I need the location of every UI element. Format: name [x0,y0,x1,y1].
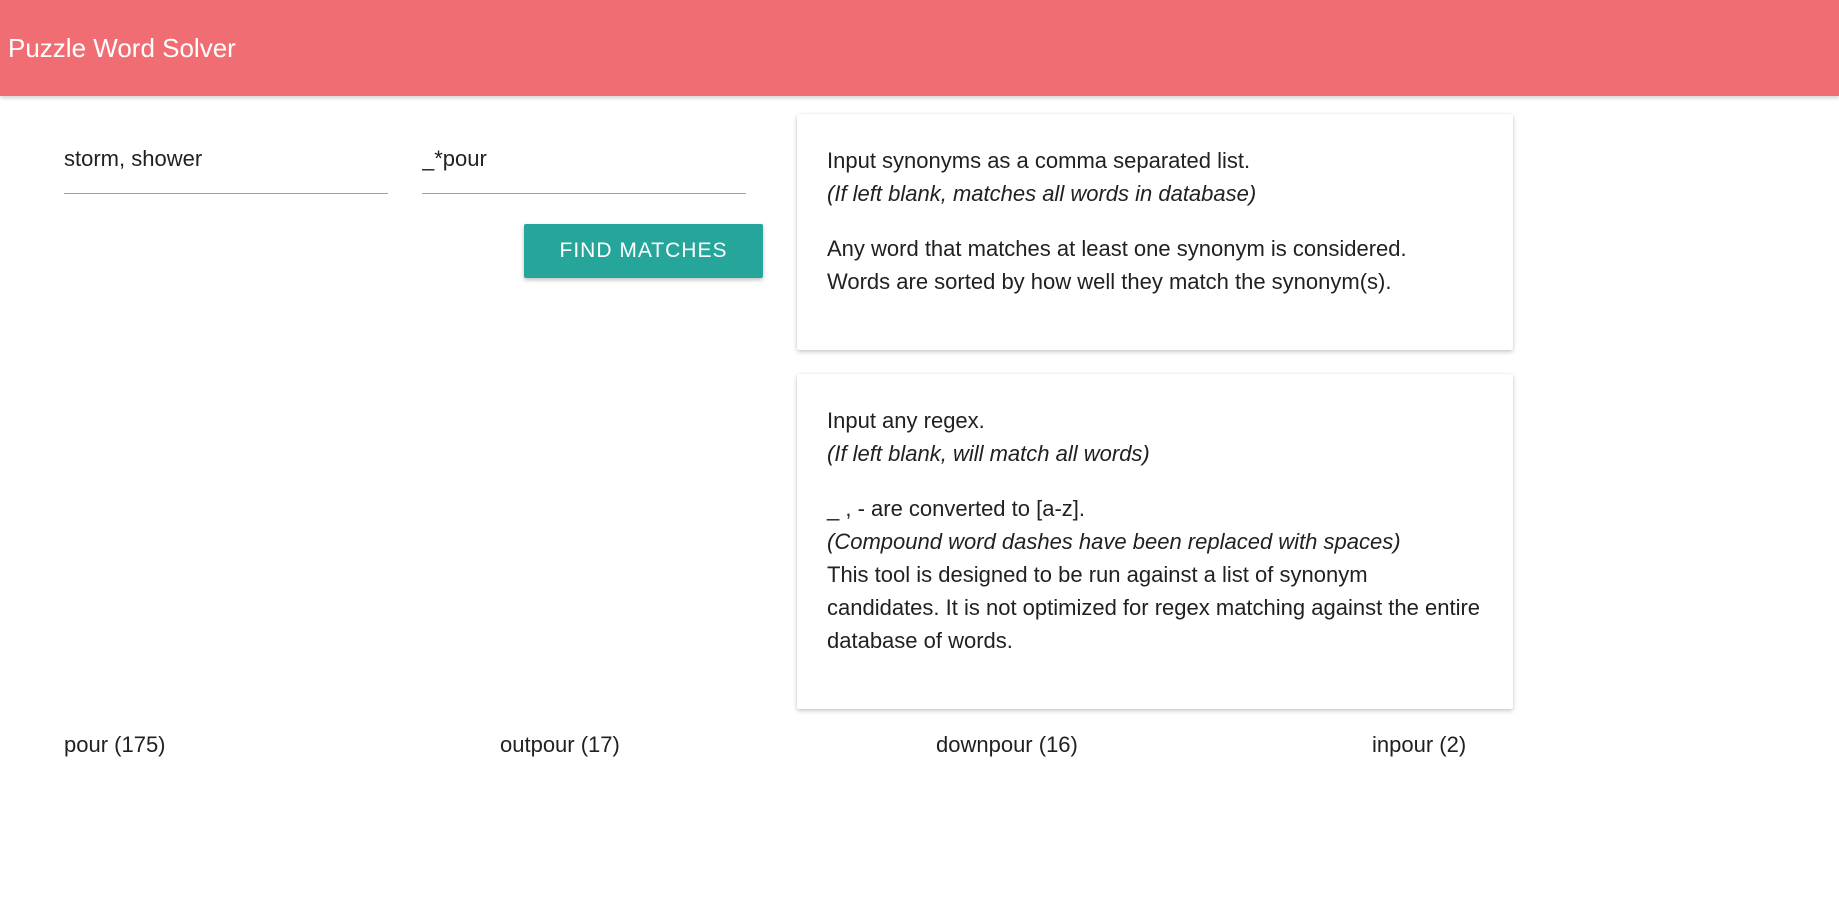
regex-input[interactable] [422,138,746,180]
synonyms-input[interactable] [64,138,388,180]
find-matches-button[interactable]: FIND MATCHES [524,224,763,278]
regex-help-line: This tool is designed to be run against … [827,562,1481,653]
regex-field[interactable] [422,138,746,194]
synonyms-help-details: Any word that matches at least one synon… [827,232,1483,298]
result-item: downpour (16) [936,732,1078,757]
regex-help-details: _ , - are converted to [a-z]. (Compound … [827,492,1483,657]
regex-help-note: (If left blank, will match all words) [827,441,1150,466]
app-title: Puzzle Word Solver [8,32,236,63]
regex-help-text: Input any regex. (If left blank, will ma… [827,404,1483,470]
result-item: inpour (2) [1372,732,1467,757]
synonyms-help-text: Input synonyms as a comma separated list… [827,144,1483,210]
regex-help-line: Input any regex. [827,408,985,433]
regex-help-card: Input any regex. (If left blank, will ma… [797,374,1513,709]
synonyms-help-note: (If left blank, matches all words in dat… [827,181,1257,206]
synonyms-help-line: Words are sorted by how well they match … [827,269,1392,294]
app-bar: Puzzle Word Solver [0,0,1839,96]
synonyms-field[interactable] [64,138,388,194]
result-item: outpour (17) [500,732,620,757]
result-item: pour (175) [64,732,166,757]
regex-help-line: _ , - are converted to [a-z]. [827,496,1086,521]
synonyms-help-line: Input synonyms as a comma separated list… [827,148,1251,173]
synonyms-help-line: Any word that matches at least one synon… [827,236,1407,261]
synonyms-help-card: Input synonyms as a comma separated list… [797,114,1513,350]
results-list: pour (175) outpour (17) downpour (16) in… [64,732,1504,766]
regex-help-note: (Compound word dashes have been replaced… [827,529,1401,554]
